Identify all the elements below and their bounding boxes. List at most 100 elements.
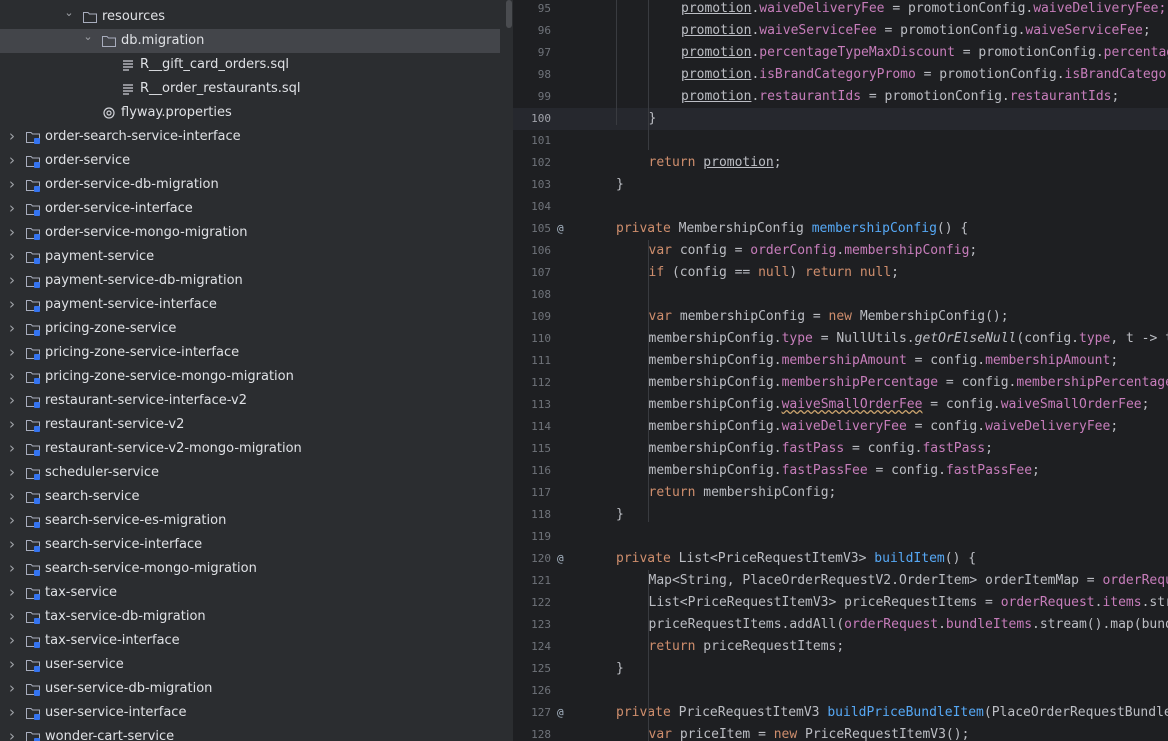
code-line[interactable]: return promotion;: [649, 152, 782, 174]
chevron-right-icon[interactable]: ›: [5, 725, 19, 741]
tree-item-module[interactable]: › search-service: [0, 485, 505, 509]
tree-item[interactable]: flyway.properties: [0, 101, 505, 125]
tree-item-module[interactable]: › tax-service-interface: [0, 629, 505, 653]
line-number[interactable]: 122: [513, 592, 551, 614]
tree-item-module[interactable]: › user-service-interface: [0, 701, 505, 725]
chevron-right-icon[interactable]: ›: [5, 461, 19, 485]
code-line[interactable]: var priceItem = new PriceRequestItemV3()…: [649, 724, 970, 741]
tree-item-module[interactable]: › payment-service: [0, 245, 505, 269]
tree-item-module[interactable]: › restaurant-service-v2: [0, 413, 505, 437]
code-line[interactable]: var config = orderConfig.membershipConfi…: [649, 240, 978, 262]
chevron-right-icon[interactable]: ›: [5, 269, 19, 293]
line-number[interactable]: 106: [513, 240, 551, 262]
line-number[interactable]: 112: [513, 372, 551, 394]
line-number[interactable]: 105: [513, 218, 551, 240]
tree-item-module[interactable]: › order-search-service-interface: [0, 125, 505, 149]
code-line[interactable]: membershipConfig.waiveSmallOrderFee = co…: [649, 394, 1150, 416]
line-number[interactable]: 125: [513, 658, 551, 680]
code-line[interactable]: List<PriceRequestItemV3> priceRequestIte…: [649, 592, 1168, 614]
code-line[interactable]: membershipConfig.membershipPercentage = …: [649, 372, 1168, 394]
tree-item-module[interactable]: › order-service: [0, 149, 505, 173]
tree-item-module[interactable]: › scheduler-service: [0, 461, 505, 485]
code-line[interactable]: promotion.restaurantIds = promotionConfi…: [681, 86, 1119, 108]
line-number[interactable]: 98: [513, 64, 551, 86]
line-number[interactable]: 124: [513, 636, 551, 658]
tree-item[interactable]: R__order_restaurants.sql: [0, 77, 505, 101]
chevron-right-icon[interactable]: ›: [5, 173, 19, 197]
code-line[interactable]: }: [616, 174, 624, 196]
code-line[interactable]: return priceRequestItems;: [649, 636, 845, 658]
tree-item-module[interactable]: › wonder-cart-service: [0, 725, 505, 741]
project-tree-scrollbar[interactable]: [505, 0, 513, 741]
chevron-right-icon[interactable]: ›: [5, 389, 19, 413]
chevron-right-icon[interactable]: ›: [5, 245, 19, 269]
tree-item-module[interactable]: › user-service-db-migration: [0, 677, 505, 701]
line-number[interactable]: 115: [513, 438, 551, 460]
code-editor[interactable]: 95 promotion.waiveDeliveryFee = promotion…: [513, 0, 1168, 741]
scrollbar-thumb[interactable]: [506, 0, 512, 28]
line-number[interactable]: 110: [513, 328, 551, 350]
line-number[interactable]: 120: [513, 548, 551, 570]
line-number[interactable]: 117: [513, 482, 551, 504]
tree-item-module[interactable]: › pricing-zone-service-interface: [0, 341, 505, 365]
line-number[interactable]: 102: [513, 152, 551, 174]
annotation-gutter-icon[interactable]: @: [557, 218, 564, 240]
line-number[interactable]: 96: [513, 20, 551, 42]
code-line[interactable]: var membershipConfig = new MembershipCon…: [649, 306, 1009, 328]
code-line[interactable]: private MembershipConfig membershipConfi…: [616, 218, 968, 240]
line-number[interactable]: 109: [513, 306, 551, 328]
tree-item-module[interactable]: › search-service-es-migration: [0, 509, 505, 533]
line-number[interactable]: 107: [513, 262, 551, 284]
chevron-right-icon[interactable]: ›: [5, 701, 19, 725]
chevron-down-icon[interactable]: ⌄: [62, 5, 76, 29]
tree-item-module[interactable]: › pricing-zone-service-mongo-migration: [0, 365, 505, 389]
code-line[interactable]: priceRequestItems.addAll(orderRequest.bu…: [649, 614, 1168, 636]
chevron-right-icon[interactable]: ›: [5, 197, 19, 221]
line-number[interactable]: 101: [513, 130, 551, 152]
chevron-right-icon[interactable]: ›: [5, 437, 19, 461]
annotation-gutter-icon[interactable]: @: [557, 548, 564, 570]
tree-item-module[interactable]: › order-service-db-migration: [0, 173, 505, 197]
chevron-right-icon[interactable]: ›: [5, 485, 19, 509]
project-tree[interactable]: ⌄ resources ⌄ db.migration R__gift_card_orde…: [0, 0, 505, 741]
chevron-right-icon[interactable]: ›: [5, 413, 19, 437]
chevron-right-icon[interactable]: ›: [5, 581, 19, 605]
chevron-right-icon[interactable]: ›: [5, 149, 19, 173]
chevron-right-icon[interactable]: ›: [5, 557, 19, 581]
annotation-gutter-icon[interactable]: @: [557, 702, 564, 724]
line-number[interactable]: 118: [513, 504, 551, 526]
code-line[interactable]: }: [616, 504, 624, 526]
tree-item-module[interactable]: › search-service-mongo-migration: [0, 557, 505, 581]
code-line[interactable]: membershipConfig.type = NullUtils.getOrE…: [649, 328, 1168, 350]
chevron-right-icon[interactable]: ›: [5, 629, 19, 653]
line-number[interactable]: 116: [513, 460, 551, 482]
chevron-right-icon[interactable]: ›: [5, 221, 19, 245]
tree-item-module[interactable]: › order-service-interface: [0, 197, 505, 221]
line-number[interactable]: 121: [513, 570, 551, 592]
tree-item-module[interactable]: › user-service: [0, 653, 505, 677]
line-number[interactable]: 104: [513, 196, 551, 218]
code-line[interactable]: if (config == null) return null;: [649, 262, 899, 284]
code-line[interactable]: private PriceRequestItemV3 buildPriceBun…: [616, 702, 1168, 724]
chevron-right-icon[interactable]: ›: [5, 533, 19, 557]
tree-item-module[interactable]: › payment-service-db-migration: [0, 269, 505, 293]
chevron-right-icon[interactable]: ›: [5, 125, 19, 149]
code-line[interactable]: }: [649, 108, 657, 130]
line-number[interactable]: 127: [513, 702, 551, 724]
line-number[interactable]: 123: [513, 614, 551, 636]
line-number[interactable]: 103: [513, 174, 551, 196]
code-line[interactable]: }: [616, 658, 624, 680]
code-line[interactable]: membershipConfig.waiveDeliveryFee = conf…: [649, 416, 1119, 438]
line-number[interactable]: 108: [513, 284, 551, 306]
chevron-right-icon[interactable]: ›: [5, 677, 19, 701]
code-line[interactable]: private List<PriceRequestItemV3> buildIt…: [616, 548, 976, 570]
tree-item[interactable]: ⌄ resources: [0, 5, 505, 29]
tree-item[interactable]: R__gift_card_orders.sql: [0, 53, 505, 77]
line-number[interactable]: 99: [513, 86, 551, 108]
code-line[interactable]: promotion.percentageTypeMaxDiscount = pr…: [681, 42, 1168, 64]
tree-item-module[interactable]: › search-service-interface: [0, 533, 505, 557]
tree-item-module[interactable]: › pricing-zone-service: [0, 317, 505, 341]
line-number[interactable]: 119: [513, 526, 551, 548]
chevron-down-icon[interactable]: ⌄: [81, 29, 95, 53]
code-line[interactable]: membershipConfig.fastPass = config.fastP…: [649, 438, 993, 460]
